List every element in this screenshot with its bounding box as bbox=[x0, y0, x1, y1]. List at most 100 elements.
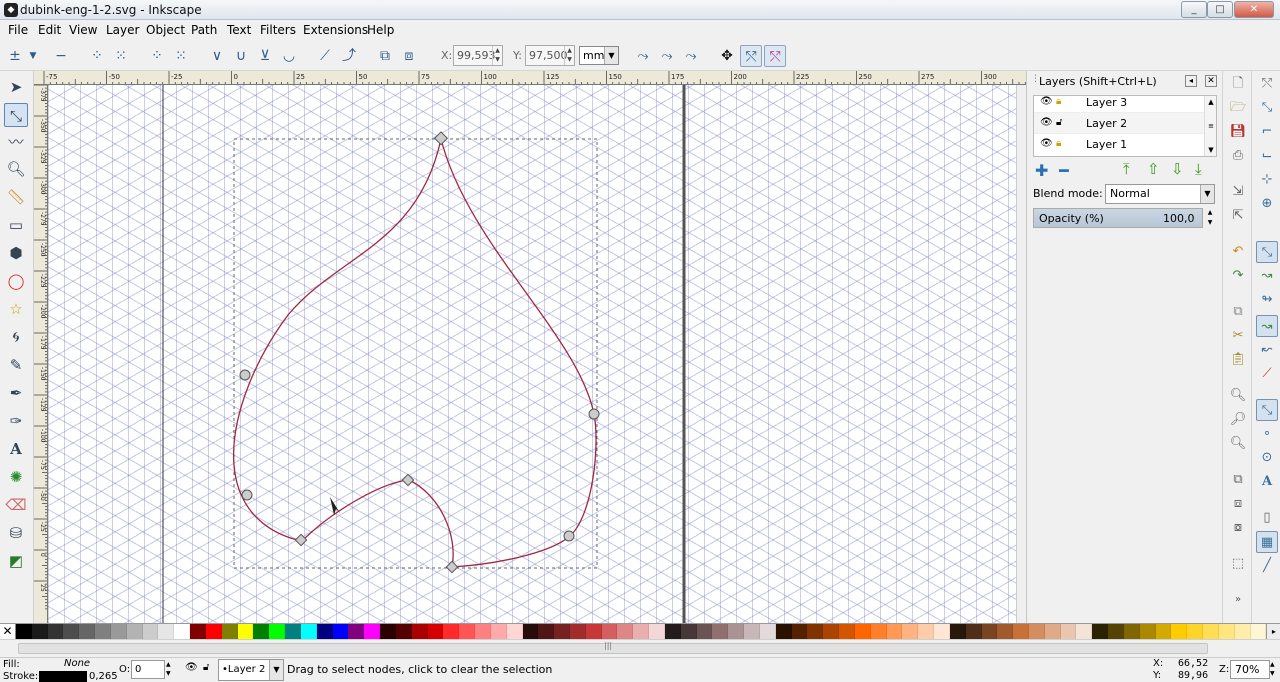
duplicate-icon[interactable]: ⧉ bbox=[1227, 469, 1249, 491]
zoom-input[interactable]: 70% bbox=[1230, 660, 1270, 679]
save-icon[interactable]: 💾︎ bbox=[1227, 121, 1249, 143]
color-swatch[interactable] bbox=[664, 624, 681, 639]
opacity-spin-icon[interactable]: ▲ ▼ bbox=[1205, 208, 1215, 228]
color-swatch[interactable] bbox=[1187, 624, 1204, 639]
color-swatch[interactable] bbox=[775, 624, 792, 639]
join-nodes-icon[interactable]: ⁘ bbox=[86, 45, 108, 67]
3d-box-tool-icon[interactable]: ⬢ bbox=[4, 241, 28, 265]
x-spin-icon[interactable]: ▲ ▼ bbox=[492, 46, 502, 65]
color-swatch[interactable] bbox=[886, 624, 903, 639]
path-node[interactable] bbox=[445, 560, 459, 574]
color-swatch[interactable] bbox=[332, 624, 349, 639]
measure-tool-icon[interactable]: 📏︎ bbox=[4, 185, 28, 209]
color-swatch[interactable] bbox=[759, 624, 776, 639]
no-paint-icon[interactable]: ✕ bbox=[0, 624, 16, 639]
import-icon[interactable]: ⇲ bbox=[1227, 181, 1249, 203]
remove-layer-icon[interactable]: ━ bbox=[1059, 161, 1069, 180]
color-swatch[interactable] bbox=[1218, 624, 1235, 639]
color-swatch[interactable] bbox=[253, 624, 270, 639]
selected-path[interactable] bbox=[232, 138, 597, 568]
opacity-slider[interactable]: Opacity (%) 100,0 bbox=[1033, 208, 1203, 228]
path-node[interactable] bbox=[563, 530, 575, 542]
color-swatch[interactable] bbox=[158, 624, 175, 639]
color-swatch[interactable] bbox=[1139, 624, 1156, 639]
snap-path-intersections-icon[interactable]: ↬ bbox=[1256, 289, 1278, 311]
clone-icon[interactable]: ⧈ bbox=[1227, 493, 1249, 515]
color-swatch[interactable] bbox=[569, 624, 586, 639]
color-swatch[interactable] bbox=[696, 624, 713, 639]
redo-icon[interactable]: ↷ bbox=[1227, 265, 1249, 287]
current-layer-select[interactable]: •Layer 2 ▼ bbox=[218, 659, 284, 681]
menu-path[interactable]: Path bbox=[191, 23, 217, 37]
blend-mode-select[interactable]: Normal ▼ bbox=[1105, 184, 1215, 204]
horizontal-ruler[interactable]: -75 -50 -25 0 25 50 75 100 125 150 175 200 225 250 275… bbox=[34, 71, 1026, 85]
color-swatch[interactable] bbox=[728, 624, 745, 639]
path-node[interactable] bbox=[294, 533, 308, 547]
show-bezier-handles-icon[interactable]: ⤲ bbox=[740, 45, 762, 67]
layer-visibility-icon[interactable]: 👁︎ bbox=[185, 662, 198, 673]
color-swatch[interactable] bbox=[1092, 624, 1109, 639]
snap-bbox-corner-icon[interactable]: ⌙ bbox=[1256, 145, 1278, 167]
color-palette[interactable]: ✕ ▸ bbox=[0, 623, 1280, 639]
drawing-canvas[interactable] bbox=[48, 85, 1026, 623]
color-swatch[interactable] bbox=[411, 624, 428, 639]
y-coordinate-input[interactable]: 97,500 ▲ ▼ bbox=[525, 45, 575, 66]
show-outline-icon[interactable]: ⤳ bbox=[656, 45, 678, 67]
eye-icon[interactable]: 👁︎ bbox=[1040, 96, 1053, 107]
color-swatch[interactable] bbox=[16, 624, 32, 639]
color-swatch[interactable] bbox=[427, 624, 444, 639]
scroll-thumb[interactable] bbox=[18, 643, 1208, 654]
color-swatch[interactable] bbox=[538, 624, 555, 639]
menu-filters[interactable]: Filters bbox=[260, 23, 296, 37]
layer-row[interactable]: 👁︎ 🔒︎ Layer 3 bbox=[1034, 96, 1204, 113]
color-swatch[interactable] bbox=[1250, 624, 1267, 639]
color-swatch[interactable] bbox=[380, 624, 396, 639]
color-swatch[interactable] bbox=[110, 624, 127, 639]
eraser-tool-icon[interactable]: ⌫ bbox=[4, 493, 28, 517]
unlock-icon[interactable]: 🔓︎ bbox=[1056, 117, 1062, 128]
color-swatch[interactable] bbox=[1155, 624, 1172, 639]
stroke-color-swatch[interactable] bbox=[39, 671, 87, 682]
snap-text-baseline-icon[interactable]: A bbox=[1256, 471, 1278, 493]
color-swatch[interactable] bbox=[490, 624, 507, 639]
copy-icon[interactable]: ⧉ bbox=[1227, 301, 1249, 323]
snap-rotation-center-icon[interactable]: ⊙ bbox=[1256, 447, 1278, 469]
export-icon[interactable]: ⇱ bbox=[1227, 205, 1249, 227]
color-swatch[interactable] bbox=[744, 624, 760, 639]
snap-smooth-nodes-icon[interactable]: ↜ bbox=[1256, 339, 1278, 361]
show-handles-icon[interactable]: ⤳ bbox=[632, 45, 654, 67]
color-swatch[interactable] bbox=[126, 624, 143, 639]
color-swatch[interactable] bbox=[269, 624, 286, 639]
fill-value[interactable]: None bbox=[64, 658, 90, 669]
join-segment-icon[interactable]: ⁘ bbox=[146, 45, 168, 67]
layer-to-bottom-icon[interactable]: ⤓ bbox=[1195, 160, 1202, 178]
color-swatch[interactable] bbox=[839, 624, 855, 639]
pencil-tool-icon[interactable]: ✎ bbox=[4, 353, 28, 377]
object-to-path-icon[interactable]: ⧉ bbox=[374, 45, 396, 67]
close-button[interactable]: ✕ bbox=[1234, 1, 1274, 18]
layer-row[interactable]: 👁︎ 🔓︎ Layer 2 bbox=[1034, 113, 1204, 134]
color-swatch[interactable] bbox=[791, 624, 808, 639]
new-document-icon[interactable]: 🗋︎ bbox=[1227, 73, 1249, 95]
lock-icon[interactable]: 🔒︎ bbox=[1056, 138, 1061, 149]
menu-edit[interactable]: Edit bbox=[38, 23, 61, 37]
color-swatch[interactable] bbox=[554, 624, 570, 639]
color-swatch[interactable] bbox=[300, 624, 317, 639]
color-swatch[interactable] bbox=[475, 624, 491, 639]
color-swatch[interactable] bbox=[585, 624, 602, 639]
ellipse-tool-icon[interactable]: ◯ bbox=[4, 269, 28, 293]
snap-bbox-icon[interactable]: ⤡ bbox=[1256, 97, 1278, 119]
menu-extensions[interactable]: Extensions bbox=[303, 23, 368, 37]
y-spin-icon[interactable]: ▲ ▼ bbox=[564, 46, 574, 65]
color-swatch[interactable] bbox=[79, 624, 96, 639]
color-swatch[interactable] bbox=[1108, 624, 1124, 639]
paint-bucket-tool-icon[interactable]: ⛁ bbox=[4, 521, 28, 545]
show-path-outline-icon[interactable]: ⤲ bbox=[764, 45, 786, 67]
color-swatch[interactable] bbox=[854, 624, 871, 639]
color-swatch[interactable] bbox=[190, 624, 206, 639]
snap-cusp-nodes-icon[interactable]: ↝ bbox=[1256, 315, 1278, 337]
undo-icon[interactable]: ↶ bbox=[1227, 241, 1249, 263]
snap-bbox-edge-icon[interactable]: ⌐ bbox=[1256, 121, 1278, 143]
group-icon[interactable]: ⬚ bbox=[1227, 553, 1249, 575]
break-path-icon[interactable]: ⁙ bbox=[110, 45, 132, 67]
